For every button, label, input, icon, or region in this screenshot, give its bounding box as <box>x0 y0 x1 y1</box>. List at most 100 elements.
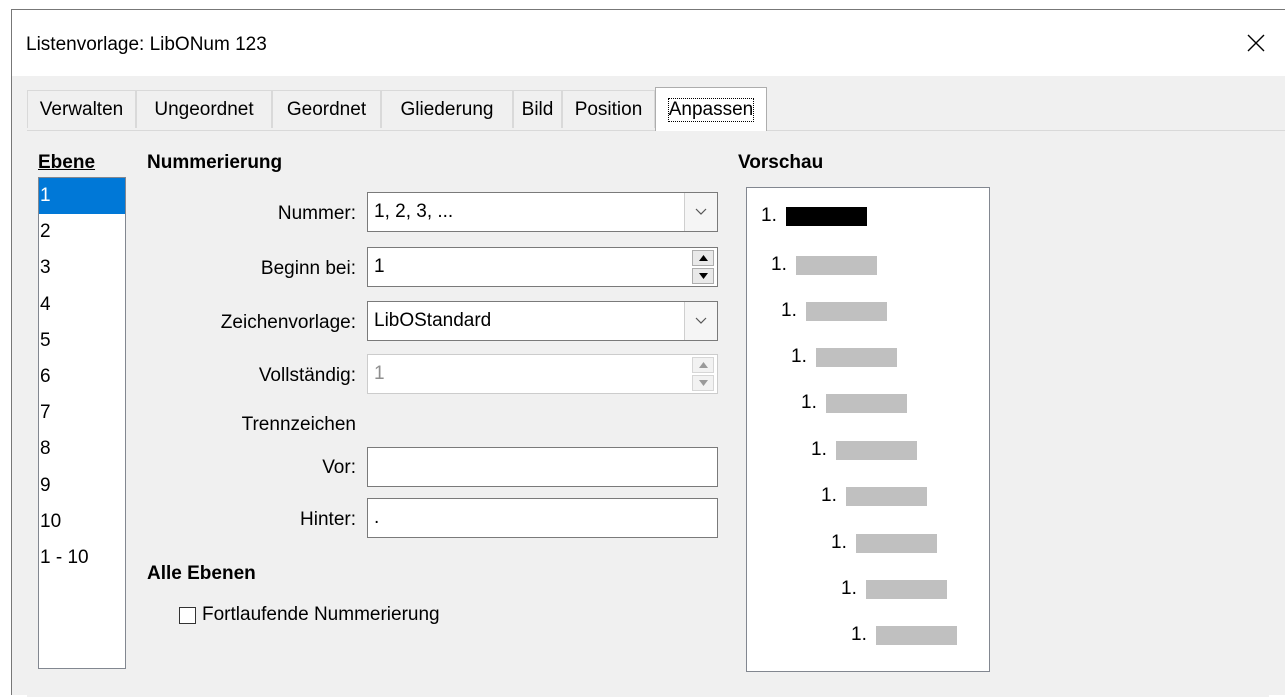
tab-label: Gliederung <box>400 98 494 120</box>
triangle-up-icon <box>698 362 708 368</box>
number-label: Nummer: <box>277 203 356 224</box>
tab-gliederung[interactable]: Gliederung <box>381 90 513 128</box>
preview-row: 1. <box>851 624 957 646</box>
preview-row: 1. <box>811 439 917 461</box>
show-sublevels-spinbox: 1 <box>367 354 718 394</box>
preview-number: 1. <box>811 439 827 460</box>
triangle-down-icon <box>698 380 708 386</box>
chevron-down-icon <box>695 317 707 324</box>
title-bar: Listenvorlage: LibONum 123 <box>12 10 1285 76</box>
tab-label: Anpassen <box>667 97 755 122</box>
preview-number: 1. <box>771 254 787 275</box>
show-sublevels-spinner <box>692 357 714 391</box>
tab-geordnet[interactable]: Geordnet <box>272 90 381 128</box>
char-style-dropdown[interactable]: LibOStandard <box>367 301 718 341</box>
tab-label: Bild <box>521 98 554 120</box>
preview-number: 1. <box>761 205 777 226</box>
preview-number: 1. <box>831 532 847 553</box>
preview-row: 1. <box>821 485 927 507</box>
preview-number: 1. <box>851 624 867 645</box>
close-button[interactable] <box>1227 10 1285 76</box>
preview-text-placeholder <box>875 625 957 645</box>
level-item-8[interactable]: 8 <box>39 431 125 467</box>
spin-up-button <box>692 357 714 373</box>
preview-text-placeholder <box>815 347 897 367</box>
before-label: Vor: <box>322 457 356 478</box>
preview-text-placeholder <box>785 206 867 226</box>
level-item-10[interactable]: 10 <box>39 504 125 540</box>
level-heading: Ebene <box>38 152 95 174</box>
preview-row: 1. <box>781 300 887 322</box>
tab-verwalten[interactable]: Verwalten <box>27 90 136 128</box>
show-sublevels-label: Vollständig: <box>258 365 356 386</box>
window-title: Listenvorlage: LibONum 123 <box>26 34 267 55</box>
tab-anpassen[interactable]: Anpassen <box>655 87 767 131</box>
triangle-down-icon <box>698 273 708 279</box>
preview-text-placeholder <box>795 255 877 275</box>
start-at-spinner <box>692 250 714 284</box>
preview-text-placeholder <box>865 579 947 599</box>
level-item-1[interactable]: 1 <box>39 178 125 215</box>
spin-down-button <box>692 375 714 391</box>
tab-panel-anpassen: Ebene 1 2 3 4 5 6 7 8 9 10 1 - 10 Nummer… <box>27 131 1269 697</box>
after-input[interactable]: . <box>367 498 718 538</box>
numbering-heading: Nummerierung <box>147 152 283 173</box>
number-format-value: 1, 2, 3, ... <box>374 201 454 222</box>
separator-heading: Trennzeichen <box>241 414 356 435</box>
preview-text-placeholder <box>835 440 917 460</box>
preview-row: 1. <box>831 532 937 554</box>
before-input[interactable] <box>367 447 718 487</box>
level-item-2[interactable]: 2 <box>39 214 125 250</box>
level-item-6[interactable]: 6 <box>39 359 125 395</box>
level-item-9[interactable]: 9 <box>39 468 125 504</box>
level-item-all[interactable]: 1 - 10 <box>39 540 125 576</box>
level-heading-text: Ebene <box>38 152 96 173</box>
chevron-down-icon <box>695 208 707 215</box>
level-item-7[interactable]: 7 <box>39 395 125 431</box>
preview-number: 1. <box>791 346 807 367</box>
preview-number: 1. <box>801 392 817 413</box>
start-at-spinbox[interactable]: 1 <box>367 247 718 287</box>
consecutive-numbering-checkbox[interactable] <box>179 607 196 624</box>
level-item-4[interactable]: 4 <box>39 287 125 323</box>
preview-number: 1. <box>841 578 857 599</box>
preview-number: 1. <box>821 485 837 506</box>
preview-row: 1. <box>791 346 897 368</box>
spin-down-button[interactable] <box>692 268 714 284</box>
triangle-up-icon <box>698 255 708 261</box>
preview-number: 1. <box>781 300 797 321</box>
level-list[interactable]: 1 2 3 4 5 6 7 8 9 10 1 - 10 <box>38 177 126 669</box>
preview-text-placeholder <box>825 393 907 413</box>
preview-row: 1. <box>771 254 877 276</box>
char-style-dropdown-button[interactable] <box>684 302 717 340</box>
preview-text-placeholder <box>855 533 937 553</box>
tab-label: Position <box>574 98 643 120</box>
show-sublevels-value: 1 <box>374 363 385 384</box>
preview-row: 1. <box>841 578 947 600</box>
after-value: . <box>374 507 380 528</box>
all-levels-heading: Alle Ebenen <box>147 563 256 584</box>
char-style-value: LibOStandard <box>374 310 492 331</box>
tab-label: Geordnet <box>286 98 367 120</box>
after-label: Hinter: <box>300 509 356 530</box>
start-at-value: 1 <box>374 256 385 277</box>
char-style-label: Zeichenvorlage: <box>220 312 356 333</box>
start-at-label: Beginn bei: <box>260 258 356 279</box>
preview-row: 1. <box>801 392 907 414</box>
preview-heading: Vorschau <box>738 152 824 173</box>
level-item-3[interactable]: 3 <box>39 250 125 286</box>
number-format-dropdown[interactable]: 1, 2, 3, ... <box>367 192 718 232</box>
tab-ungeordnet[interactable]: Ungeordnet <box>136 90 272 128</box>
preview-text-placeholder <box>805 301 887 321</box>
level-item-5[interactable]: 5 <box>39 323 125 359</box>
tab-bild[interactable]: Bild <box>513 90 562 128</box>
tab-label: Ungeordnet <box>154 98 254 120</box>
preview-row: 1. <box>761 205 867 227</box>
consecutive-numbering-label[interactable]: Fortlaufende Nummerierung <box>202 604 440 626</box>
number-format-dropdown-button[interactable] <box>684 193 717 231</box>
tab-label: Verwalten <box>39 98 124 120</box>
close-icon <box>1247 34 1265 52</box>
tab-position[interactable]: Position <box>562 90 655 128</box>
spin-up-button[interactable] <box>692 250 714 266</box>
dialog-window: Listenvorlage: LibONum 123 Verwalten Ung… <box>11 9 1285 697</box>
